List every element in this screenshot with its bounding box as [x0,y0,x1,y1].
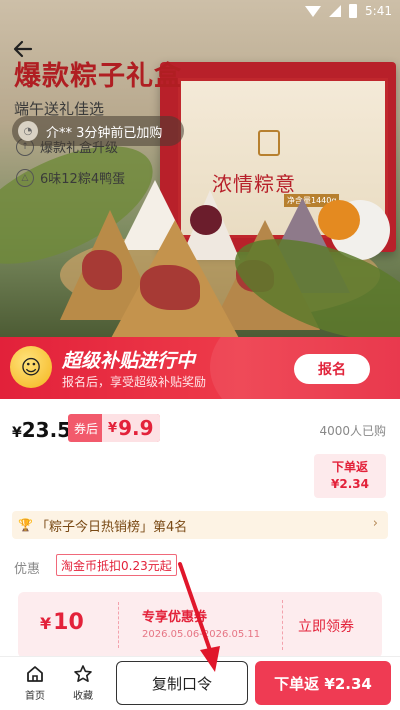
rebate-label: 下单返 [331,460,368,474]
smile-emoji-icon: ☺ [10,346,52,388]
bottom-action-bar: 首页 收藏 复制口令 下单返 ¥2.34 [0,656,400,710]
status-bar: 5:41 [305,4,392,18]
coupon-price-label: 券后 [74,421,99,436]
red-bean [190,205,222,235]
signal-icon [329,5,342,17]
signup-button[interactable]: 报名 [294,354,370,384]
arrow-left-icon [13,40,33,58]
sold-count: 4000人已购 [319,424,386,438]
home-icon [27,666,43,682]
triangle-icon: △ [16,168,34,187]
copy-code-button[interactable]: 复制口令 [116,661,248,705]
hero-bullet: △ 6味12粽4鸭蛋 [16,168,125,187]
egg-yolk [318,200,360,240]
subsidy-title: 超级补贴进行中 [62,350,196,372]
wifi-icon [305,5,322,17]
currency-symbol: ¥ [108,420,118,436]
price-value: 23.5 [21,418,72,442]
hero-bullet-text: 6味12粽4鸭蛋 [40,172,126,187]
back-button[interactable] [8,34,38,64]
trophy-icon: 🏆 [18,518,33,532]
favorite-nav-button[interactable]: 收藏 [63,663,103,702]
claim-coupon-button[interactable]: 立即领券 [298,616,354,636]
currency-symbol: ¥ [40,614,52,633]
coupon-price-amount: ¥9.9 [102,414,160,442]
coupon-divider [282,600,283,650]
discount-label: 优惠 [14,562,41,577]
hero-title: 爆款粽子礼盒 [14,61,182,92]
after-coupon-price: 券后 ¥9.9 [68,414,160,442]
avatar: ◔ [18,121,38,141]
coupon-amount: ¥10 [40,610,84,635]
coupon-price-value: 9.9 [118,416,154,440]
coupon-card[interactable]: ¥10 专享优惠券 2026.05.06-2026.05.11 立即领券 [18,592,382,658]
buy-button[interactable]: 下单返 ¥2.34 [255,661,391,705]
star-icon [74,665,92,682]
chevron-right-icon: › [372,516,378,531]
favorite-label: 收藏 [73,691,93,702]
toast-text: 介** 3分钟前已加购 [46,125,163,141]
rebate-badge: 下单返 ¥2.34 [314,454,386,498]
home-label: 首页 [25,691,45,702]
product-hero-image[interactable]: 浓情粽意 净含量1440g 爆款粽子礼盒 端午送礼佳选 ↑ 爆款礼盒升级 △ 6… [0,0,400,340]
rank-text: 「粽子今日热销榜」第4名 [36,519,188,535]
home-nav-button[interactable]: 首页 [15,663,55,702]
coupon-validity: 2026.05.06-2026.05.11 [142,629,261,640]
recent-purchase-toast: ◔ 介** 3分钟前已加购 [12,116,184,146]
rebate-value: ¥2.34 [331,477,369,491]
subsidy-description: 报名后，享受超级补贴奖励 [62,375,207,389]
subsidy-banner[interactable]: ☺ 超级补贴进行中 报名后，享受超级补贴奖励 报名 [0,337,400,399]
coupon-amount-value: 10 [53,610,84,635]
hot-sales-rank[interactable]: 🏆 「粽子今日热销榜」第4名 › [12,511,388,539]
box-title: 浓情粽意 [212,172,296,196]
coupon-divider [118,602,119,648]
status-time: 5:41 [365,4,392,18]
battery-icon [349,4,358,18]
coupon-title: 专享优惠券 [142,610,208,625]
discount-tag: 淘金币抵扣0.23元起 [56,554,177,576]
box-seal-icon [258,130,280,156]
original-price: ¥ 23.5 [12,418,71,442]
currency-symbol: ¥ [12,425,22,441]
